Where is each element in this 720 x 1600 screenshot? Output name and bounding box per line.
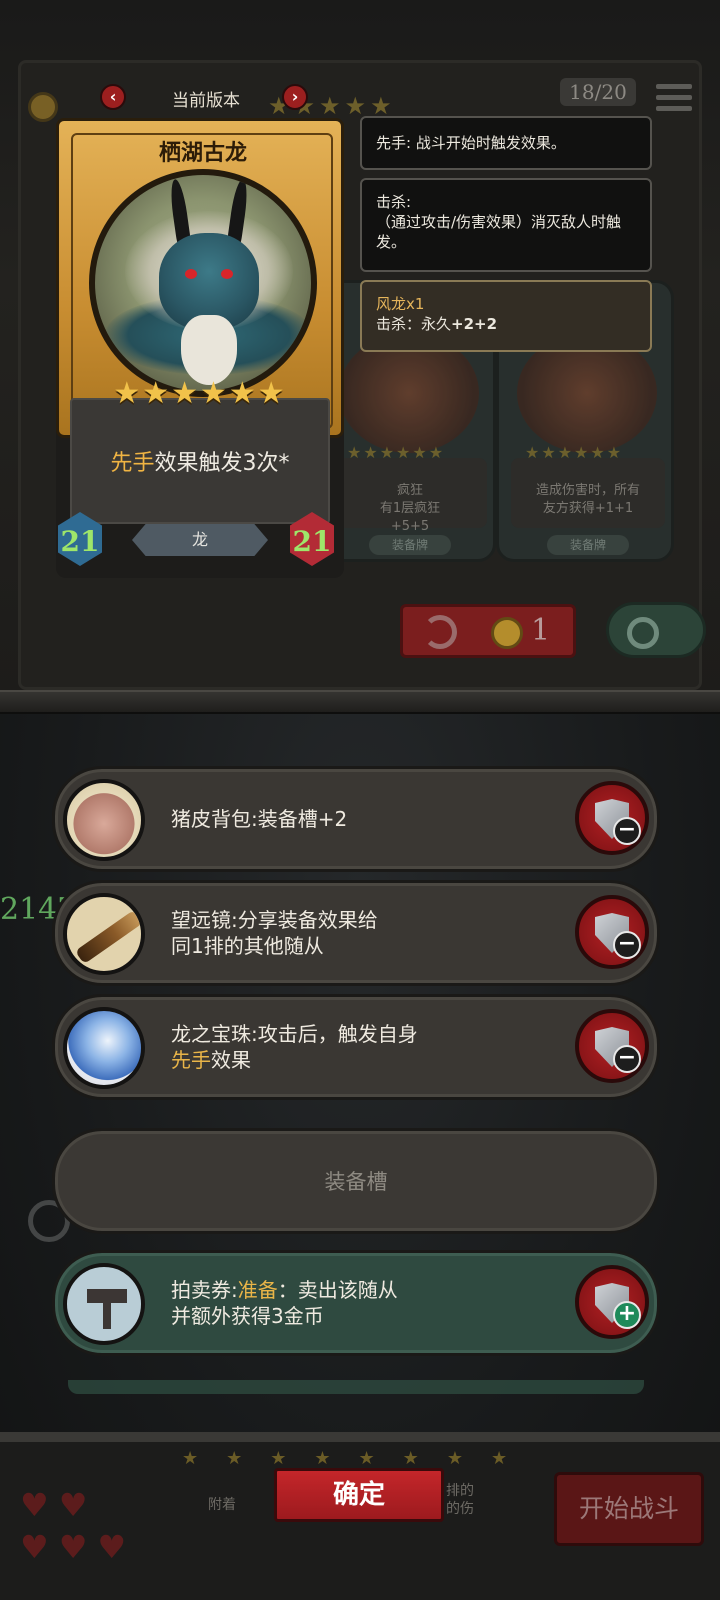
auction-ticket-item: 拍卖券:准备：卖出该随从 并额外获得3金币 + (52, 1250, 660, 1356)
telescope-icon (63, 893, 145, 975)
card-tag: 装备牌 (369, 535, 451, 555)
slot-counter: 18/20 (560, 78, 636, 106)
board-stars: ★★★★★★★★ (182, 1448, 536, 1469)
keyword-wind-dragon: 风龙x1 击杀：永久+2+2 (360, 280, 652, 352)
equipment-text: 猪皮背包:装备槽+2 (171, 807, 348, 831)
equip-button[interactable]: + (575, 1265, 649, 1339)
menu-icon[interactable] (656, 84, 692, 114)
list-edge (68, 1380, 644, 1394)
minus-icon: − (613, 931, 641, 959)
hero-card: 栖湖古龙 先手 效果触发3次* ★★★★★★ 21 龙 21 (56, 118, 344, 578)
heart-icon: ♥ (58, 1528, 98, 1566)
minus-icon: − (613, 817, 641, 845)
lives: ♥♥ ♥♥♥ (20, 1484, 170, 1568)
empty-equipment-slot[interactable]: 装备槽 (52, 1128, 660, 1234)
prev-version-button[interactable]: ‹ (100, 84, 126, 110)
dragon-pearl-icon (63, 1007, 145, 1089)
plus-icon: + (613, 1301, 641, 1329)
refresh-cost: 1 (531, 613, 551, 648)
heart-icon: ♥ (20, 1528, 59, 1566)
dragon-portrait (89, 169, 317, 397)
heart-icon: ♥ (97, 1528, 137, 1566)
unequip-button[interactable]: − (575, 781, 649, 855)
next-version-button[interactable]: › (282, 84, 308, 110)
refresh-button[interactable]: 1 (400, 604, 576, 658)
coin-icon (491, 617, 523, 649)
card-name: 栖湖古龙 (158, 141, 247, 166)
background-text: 的伤 (446, 1501, 474, 1517)
equipment-item: 望远镜:分享装备效果给 同1排的其他随从 − (52, 880, 660, 986)
version-switcher: ‹ 当前版本 › (100, 84, 310, 112)
card-tag: 装备牌 (547, 535, 629, 555)
keyword-kill: 击杀: （通过攻击/伤害效果）消灭敌人时触发。 (360, 178, 652, 272)
unequip-button[interactable]: − (575, 895, 649, 969)
background-text: 附着 (208, 1497, 236, 1513)
tribe-label: 龙 (132, 524, 268, 556)
equipment-text: 拍卖券:准备：卖出该随从 并额外获得3金币 (171, 1278, 398, 1328)
unequip-button[interactable]: − (575, 1009, 649, 1083)
background-text: 排的 (446, 1483, 474, 1499)
coin-icon (28, 92, 58, 122)
keyword-first-strike: 先手: 战斗开始时触发效果。 (360, 116, 652, 170)
equipment-item: 猪皮背包:装备槽+2 − (52, 766, 660, 872)
confirm-button[interactable]: 确定 (274, 1468, 444, 1522)
equipment-item: 龙之宝珠:攻击后，触发自身 先手效果 − (52, 994, 660, 1100)
heart-icon: ♥ (20, 1486, 59, 1524)
equipment-text: 龙之宝珠:攻击后，触发自身 先手效果 (171, 1022, 418, 1072)
heart-icon: ♥ (58, 1486, 98, 1524)
version-label: 当前版本 (172, 91, 240, 111)
refresh-icon (423, 615, 457, 649)
pig-backpack-icon (63, 779, 145, 861)
card-effect: 先手 效果触发3次* (70, 398, 330, 524)
search-button[interactable] (606, 602, 706, 658)
equipment-text: 望远镜:分享装备效果给 同1排的其他随从 (171, 908, 378, 958)
panel-divider (0, 690, 720, 714)
start-battle-button[interactable]: 开始战斗 (554, 1472, 704, 1546)
card-text: 疯狂 有1层疯狂 +5+5 (333, 458, 487, 534)
card-text: 造成伤害时，所有 友方获得+1+1 (511, 458, 665, 528)
auction-hammer-icon (63, 1263, 145, 1345)
minus-icon: − (613, 1045, 641, 1073)
card-stars: ★★★★★★ (113, 376, 287, 411)
